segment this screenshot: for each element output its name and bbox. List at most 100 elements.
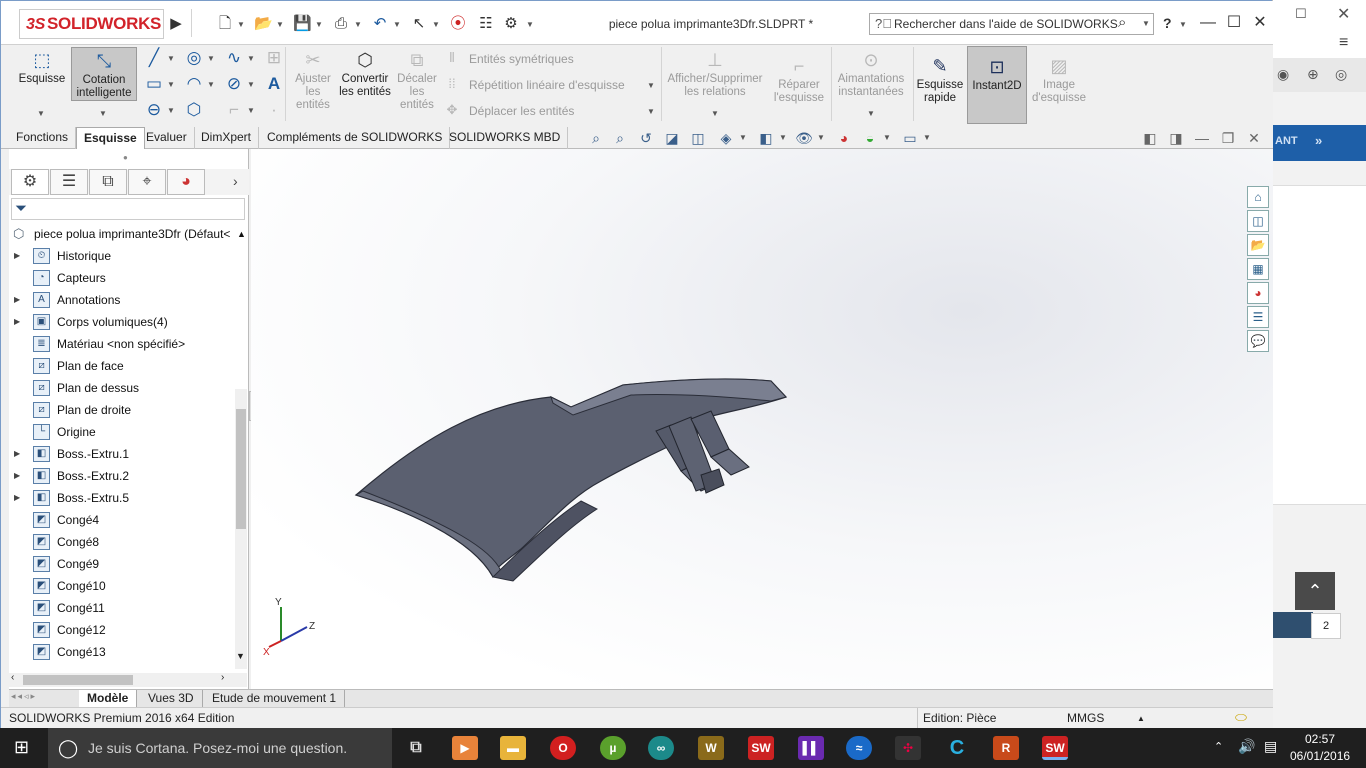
units-dropdown-icon[interactable]: ▲	[1137, 714, 1145, 723]
dimxpert-manager-tab-icon[interactable]: ⌖	[128, 169, 166, 195]
doc-minimize-icon[interactable]: —	[1191, 128, 1213, 148]
esquisse-button[interactable]: ⬚ Esquisse	[15, 49, 69, 86]
viewport-split-left-icon[interactable]: ◧	[1139, 128, 1161, 148]
relations-dropdown-icon[interactable]: ▼	[711, 109, 719, 118]
aimantations-instantanees-button[interactable]: ⊙ Aimantations instantanées	[833, 49, 909, 99]
property-manager-tab-icon[interactable]: ☰	[50, 169, 88, 195]
doc-restore-icon[interactable]: ❐	[1217, 128, 1239, 148]
tree-item[interactable]: ⧄ Plan de droite	[9, 399, 237, 421]
afficher-supprimer-relations-button[interactable]: ⊥ Afficher/Supprimer les relations	[663, 49, 767, 99]
solidworks-taskbar-icon-2[interactable]: SW	[1042, 736, 1068, 760]
deplacer-dropdown-icon[interactable]: ▼	[647, 107, 655, 116]
tree-item[interactable]: └ Origine	[9, 421, 237, 443]
print-icon[interactable]: ⎙	[332, 15, 350, 33]
browser-maximize-icon[interactable]: ☐	[1295, 6, 1307, 22]
image-esquisse-button[interactable]: ▨ Image d'esquisse	[1029, 55, 1089, 105]
cortana-search-box[interactable]: ◯ Je suis Cortana. Posez-moi une questio…	[48, 728, 392, 768]
polygon-tool-icon[interactable]: ⊘	[223, 73, 245, 95]
expand-menu-icon[interactable]: ▶	[167, 15, 185, 33]
tree-item[interactable]: ◩ Congé13	[9, 641, 237, 663]
repetition-dropdown-icon[interactable]: ▼	[647, 81, 655, 90]
close-window-icon[interactable]: ✕	[1249, 13, 1271, 33]
tree-expand-icon[interactable]: ▶	[14, 245, 20, 267]
media-player-icon[interactable]: ▶	[452, 736, 478, 760]
tree-scroll-up-icon[interactable]: ▲	[237, 223, 246, 245]
arc-dropdown-icon[interactable]: ▼	[207, 80, 215, 89]
esquisse-dropdown-icon[interactable]: ▼	[37, 109, 45, 118]
solidworks-taskbar-icon-1[interactable]: SW	[748, 736, 774, 760]
view-settings-dropdown-icon[interactable]: ▼	[923, 133, 931, 142]
configuration-manager-tab-icon[interactable]: ⧉	[89, 169, 127, 195]
rebuild-traffic-light-icon[interactable]: ⦿	[449, 15, 467, 33]
tree-item[interactable]: ▶ ◧ Boss.-Extru.5	[9, 487, 237, 509]
tree-item[interactable]: ◩ Congé8	[9, 531, 237, 553]
browser-download-icon[interactable]: ⊕	[1307, 66, 1319, 83]
aimantations-dropdown-icon[interactable]: ▼	[867, 109, 875, 118]
options-dropdown-icon[interactable]: ▼	[526, 20, 534, 29]
undo-icon[interactable]: ↶	[371, 15, 389, 33]
tab-modele[interactable]: Modèle	[79, 690, 138, 708]
tab-evaluer[interactable]: Evaluer	[139, 127, 195, 149]
tree-item[interactable]: ⧄ Plan de face	[9, 355, 237, 377]
forum-icon[interactable]: 💬	[1247, 330, 1269, 352]
tab-fonctions[interactable]: Fonctions	[9, 127, 77, 149]
hide-show-dropdown-icon[interactable]: ▼	[817, 133, 825, 142]
arduino-icon[interactable]: ∞	[648, 736, 674, 760]
tree-scrollbar[interactable]: ▼	[235, 389, 247, 669]
edit-appearance-icon[interactable]: ◕	[833, 128, 855, 148]
utorrent-icon[interactable]: µ	[600, 736, 626, 760]
deplacer-entites-button[interactable]: Déplacer les entités	[469, 104, 574, 118]
design-library-icon[interactable]: ◫	[1247, 210, 1269, 232]
circle-dropdown-icon[interactable]: ▼	[207, 54, 215, 63]
linear-pattern-icon[interactable]: ⁞⁞	[443, 73, 461, 95]
tray-chevron-icon[interactable]: ⌃	[1214, 740, 1223, 753]
zoom-to-fit-icon[interactable]: ⌕	[585, 128, 607, 148]
convertir-entites-button[interactable]: ⬡ Convertir les entités	[339, 49, 391, 99]
file-explorer-taskbar-icon[interactable]: ▬	[500, 736, 526, 760]
select-dropdown-icon[interactable]: ▼	[432, 20, 440, 29]
reparer-esquisse-button[interactable]: ⌐ Réparer l'esquisse	[769, 55, 829, 105]
solidworks-resources-icon[interactable]: ⌂	[1247, 186, 1269, 208]
tab-vues-3d[interactable]: Vues 3D	[140, 690, 203, 708]
spline-tool-icon[interactable]: ∿	[223, 47, 245, 69]
polygon-dropdown-icon[interactable]: ▼	[247, 80, 255, 89]
apply-scene-dropdown-icon[interactable]: ▼	[883, 133, 891, 142]
point-tool-icon[interactable]: ·	[263, 99, 285, 121]
mirror-entities-icon[interactable]: ⫴	[443, 47, 461, 69]
tree-item[interactable]: ◩ Congé10	[9, 575, 237, 597]
tree-scrollbar-thumb[interactable]	[236, 409, 246, 529]
tab-etude-mouvement[interactable]: Etude de mouvement 1	[204, 690, 346, 708]
new-document-icon[interactable]: 🗋	[216, 15, 234, 33]
browser-menu-icon[interactable]: ≡	[1339, 34, 1348, 52]
maximize-icon[interactable]: ☐	[1223, 13, 1245, 33]
apply-scene-icon[interactable]: ◒	[859, 128, 881, 148]
tree-expand-icon[interactable]: ▶	[14, 443, 20, 465]
decaler-entites-button[interactable]: ⧉ Décaler les entités	[393, 49, 441, 112]
zoom-to-area-icon[interactable]: ⌕	[609, 128, 631, 148]
custom-properties-icon[interactable]: ☰	[1247, 306, 1269, 328]
tree-item[interactable]: ⧄ Plan de dessus	[9, 377, 237, 399]
cotation-intelligente-button[interactable]: ⤡ Cotation intelligente	[71, 47, 137, 101]
appearances-icon[interactable]: ◕	[1247, 282, 1269, 304]
display-style-icon[interactable]: ◧	[755, 128, 777, 148]
browser-ext2-icon[interactable]: ◎	[1335, 66, 1347, 83]
section-view-icon[interactable]: ◪	[661, 128, 683, 148]
fillet-sketch-icon[interactable]: ⌐	[223, 99, 245, 121]
new-dropdown-icon[interactable]: ▼	[237, 20, 245, 29]
select-pointer-icon[interactable]: ↖	[410, 15, 428, 33]
page-badge[interactable]: 2	[1311, 613, 1341, 639]
doc-close-icon[interactable]: ✕	[1243, 128, 1265, 148]
tree-expand-icon[interactable]: ▶	[14, 311, 20, 333]
browser-close-icon[interactable]: ✕	[1337, 4, 1350, 24]
tab-complements[interactable]: Compléments de SOLIDWORKS	[260, 127, 451, 149]
spline-dropdown-icon[interactable]: ▼	[247, 54, 255, 63]
app-bars-icon[interactable]: ▌▌	[798, 736, 824, 760]
file-explorer-icon[interactable]: 📂	[1247, 234, 1269, 256]
hscroll-left-icon[interactable]: ‹	[11, 672, 14, 683]
tree-expand-icon[interactable]: ▶	[14, 289, 20, 311]
tree-root-part[interactable]: ⬡ piece polua imprimante3Dfr (Défaut< ▲	[9, 223, 246, 245]
solidworks-logo[interactable]: 3S SOLIDWORKS	[19, 9, 164, 39]
tree-item[interactable]: ▶ A Annotations	[9, 289, 237, 311]
tree-item[interactable]: ◩ Congé9	[9, 553, 237, 575]
volume-icon[interactable]: 🔊	[1238, 738, 1255, 755]
